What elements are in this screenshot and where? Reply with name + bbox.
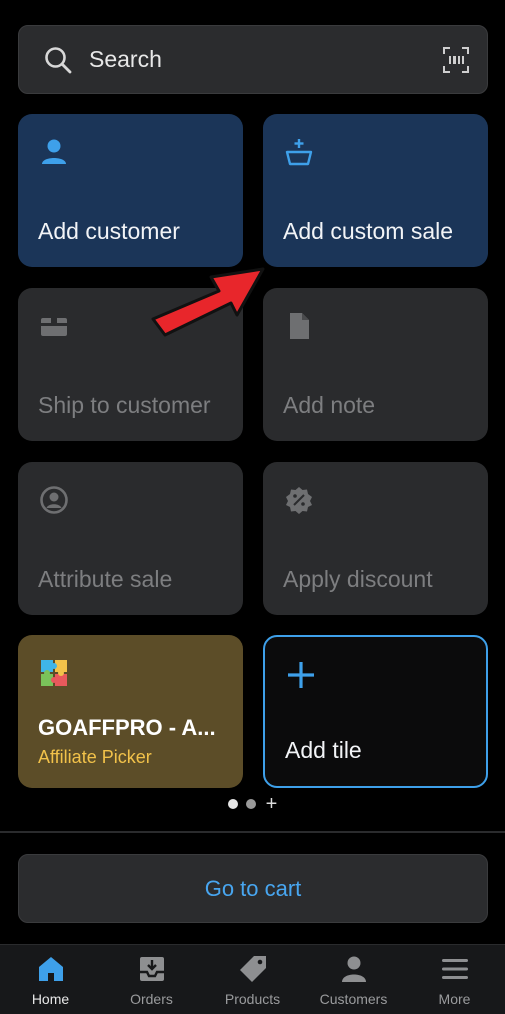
tile-label: Add custom sale	[283, 218, 454, 244]
basket-add-icon	[285, 139, 313, 166]
search-icon	[45, 46, 72, 73]
tile-attribute-sale[interactable]: Attribute sale	[18, 462, 243, 615]
add-page-icon[interactable]: +	[266, 794, 278, 814]
tile-label: Add customer	[38, 218, 180, 244]
tile-apply-discount[interactable]: Apply discount	[263, 462, 488, 615]
tile-label: Ship to customer	[38, 392, 211, 418]
nav-more[interactable]: More	[404, 945, 505, 1007]
go-to-cart-label: Go to cart	[204, 875, 302, 901]
tile-add-custom-sale[interactable]: Add custom sale	[263, 114, 488, 267]
nav-label: Customers	[319, 991, 388, 1007]
puzzle-icon	[41, 660, 67, 686]
nav-customers[interactable]: Customers	[303, 945, 404, 1007]
page-dot-active[interactable]	[227, 799, 238, 809]
go-to-cart-button[interactable]: Go to cart	[18, 854, 488, 923]
tag-icon	[239, 956, 266, 982]
person-icon	[341, 956, 366, 982]
nav-label: Orders	[130, 991, 173, 1007]
tile-label: Add note	[283, 392, 376, 418]
person-icon	[42, 139, 66, 164]
menu-icon	[441, 959, 468, 979]
bottom-nav: Home Orders Products Customers More	[0, 944, 505, 1014]
tile-label: Attribute sale	[38, 566, 173, 592]
app-tile-title: GOAFFPRO - A...	[38, 715, 216, 740]
search-placeholder: Search	[89, 46, 162, 72]
tile-add-note[interactable]: Add note	[263, 288, 488, 441]
page-dot[interactable]	[245, 799, 256, 809]
nav-orders[interactable]: Orders	[101, 945, 202, 1007]
shipping-box-icon	[41, 318, 67, 336]
home-icon	[38, 957, 63, 981]
tile-goaffpro-app[interactable]: GOAFFPRO - A... Affiliate Picker	[18, 635, 243, 788]
page-indicator[interactable]: +	[0, 794, 505, 814]
highlight-arrow	[151, 267, 265, 337]
nav-home[interactable]: Home	[0, 945, 101, 1007]
discount-badge-icon	[286, 487, 312, 514]
nav-label: Products	[224, 991, 281, 1007]
account-circle-icon	[40, 486, 68, 514]
nav-products[interactable]: Products	[202, 945, 303, 1007]
nav-label: Home	[31, 991, 70, 1007]
tile-add-customer[interactable]: Add customer	[18, 114, 243, 267]
add-tile-button[interactable]: Add tile	[263, 635, 488, 788]
tile-label: Add tile	[285, 737, 362, 763]
nav-label: More	[438, 991, 471, 1007]
search-bar[interactable]: Search	[18, 25, 488, 94]
barcode-scan-icon[interactable]	[441, 45, 471, 75]
divider	[0, 831, 505, 833]
note-icon	[290, 313, 309, 339]
tile-label: Apply discount	[283, 566, 433, 592]
app-tile-subtitle: Affiliate Picker	[38, 747, 152, 767]
orders-inbox-icon	[139, 957, 164, 981]
plus-icon	[288, 662, 314, 688]
